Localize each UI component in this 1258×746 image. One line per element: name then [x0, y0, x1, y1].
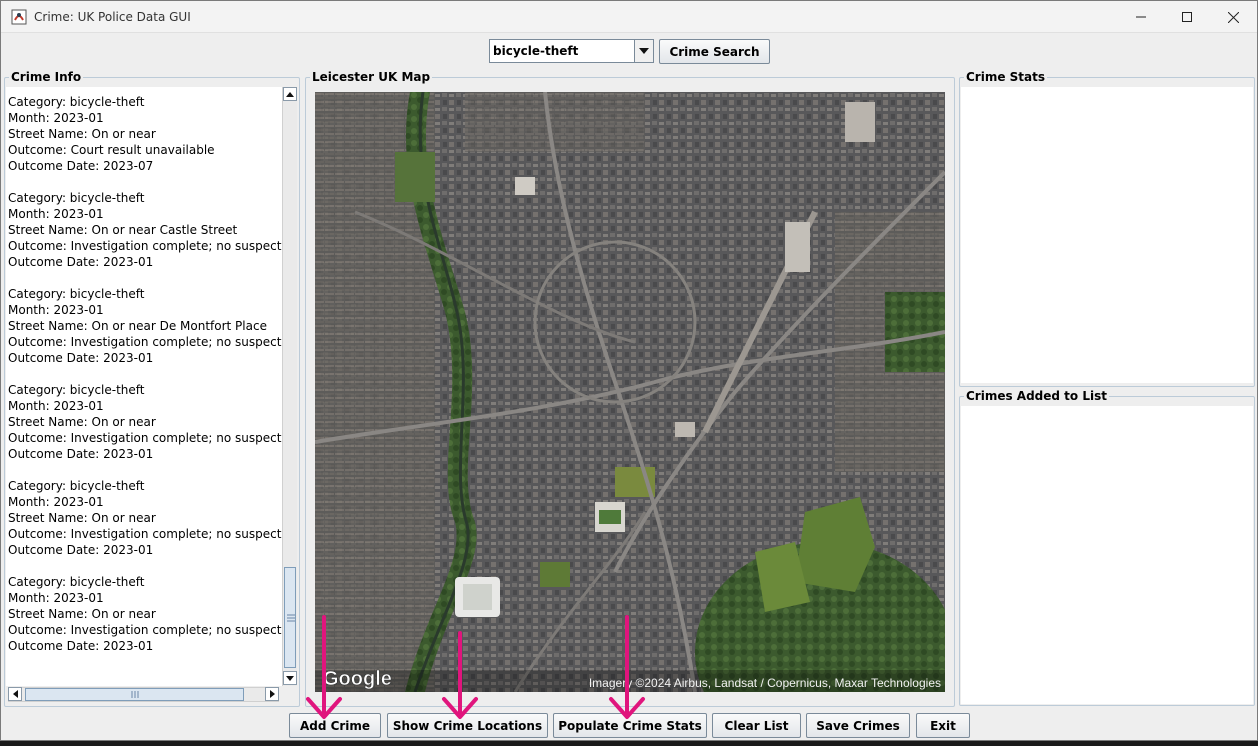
crime-record: Category: bicycle-theft Month: 2023-01 Str… [6, 574, 282, 654]
crime-record-street: Street Name: On or near De Montfort Plac… [8, 319, 267, 333]
crime-info-horizontal-scrollbar[interactable] [8, 687, 279, 702]
crime-record-category: Category: bicycle-theft [8, 95, 145, 109]
crime-record-outcome-date: Outcome Date: 2023-07 [8, 159, 154, 173]
exit-button[interactable]: Exit [916, 713, 970, 738]
crime-record: Category: bicycle-theft Month: 2023-01 Str… [6, 286, 282, 382]
crime-record: Category: bicycle-theft Month: 2023-01 Str… [6, 478, 282, 574]
crime-record-outcome: Outcome: Investigation complete; no susp… [8, 623, 282, 637]
crime-record-outcome: Outcome: Investigation complete; no susp… [8, 335, 282, 349]
scroll-down-icon[interactable] [283, 671, 297, 685]
crime-record-month: Month: 2023-01 [8, 399, 104, 413]
crimes-added-list[interactable] [961, 406, 1253, 704]
crime-record-outcome: Outcome: Court result unavailable [8, 143, 215, 157]
scroll-left-icon[interactable] [8, 687, 22, 701]
main-window: Crime: UK Police Data GUI bicycle-theft … [0, 0, 1258, 741]
crime-record-street: Street Name: On or near [8, 127, 156, 141]
crime-record-street: Street Name: On or near Castle Street [8, 223, 238, 237]
crime-record-category: Category: bicycle-theft [8, 383, 145, 397]
crime-record-outcome: Outcome: Investigation complete; no susp… [8, 431, 282, 445]
crime-record-month: Month: 2023-01 [8, 111, 104, 125]
close-button[interactable] [1210, 1, 1256, 33]
crime-record-category: Category: bicycle-theft [8, 575, 145, 589]
crime-records-list: Category: bicycle-theft Month: 2023-01 Str… [6, 87, 282, 654]
crimes-added-title: Crimes Added to List [964, 389, 1109, 403]
minimize-button[interactable] [1118, 1, 1164, 33]
save-crimes-button[interactable]: Save Crimes [806, 713, 910, 738]
crime-record: Category: bicycle-theft Month: 2023-01 Str… [6, 190, 282, 286]
annotation-arrow-add-crime [306, 615, 342, 719]
map-title: Leicester UK Map [310, 70, 433, 84]
crime-record-outcome-date: Outcome Date: 2023-01 [8, 639, 154, 653]
chevron-down-icon[interactable] [634, 40, 653, 62]
crime-record-category: Category: bicycle-theft [8, 287, 145, 301]
crime-record-category: Category: bicycle-theft [8, 191, 145, 205]
crime-record-outcome-date: Outcome Date: 2023-01 [8, 447, 154, 461]
scroll-up-icon[interactable] [283, 87, 297, 101]
crime-record-category: Category: bicycle-theft [8, 479, 145, 493]
crime-record-outcome: Outcome: Investigation complete; no susp… [8, 527, 282, 541]
crime-record-outcome-date: Outcome Date: 2023-01 [8, 543, 154, 557]
crime-record-month: Month: 2023-01 [8, 207, 104, 221]
crime-record-outcome: Outcome: Investigation complete; no susp… [8, 239, 282, 253]
crime-info-vertical-scrollbar[interactable] [282, 87, 297, 686]
clear-list-button[interactable]: Clear List [712, 713, 801, 738]
crime-search-button[interactable]: Crime Search [659, 39, 770, 64]
java-app-icon [11, 9, 27, 25]
annotation-arrow-populate-stats [609, 615, 645, 719]
satellite-map-image[interactable]: Google Imagery ©2024 Airbus, Landsat / C… [315, 92, 945, 692]
crime-record-month: Month: 2023-01 [8, 303, 104, 317]
category-dropdown-value: bicycle-theft [493, 44, 579, 58]
scroll-right-icon[interactable] [265, 687, 279, 701]
annotation-arrow-show-locations [442, 631, 478, 719]
crime-info-textarea[interactable]: Category: bicycle-theft Month: 2023-01 Str… [6, 87, 282, 686]
crime-stats-title: Crime Stats [964, 70, 1048, 84]
title-bar: Crime: UK Police Data GUI [1, 1, 1257, 33]
vertical-scroll-thumb[interactable] [284, 567, 296, 668]
crime-info-title: Crime Info [9, 70, 84, 84]
maximize-button[interactable] [1164, 1, 1210, 33]
crime-stats-area[interactable] [961, 87, 1253, 383]
crime-record-outcome-date: Outcome Date: 2023-01 [8, 255, 154, 269]
crime-record-street: Street Name: On or near [8, 607, 156, 621]
category-dropdown[interactable]: bicycle-theft [489, 39, 654, 63]
crime-record: Category: bicycle-theft Month: 2023-01 Str… [6, 94, 282, 190]
horizontal-scroll-thumb[interactable] [25, 688, 244, 701]
crime-record-month: Month: 2023-01 [8, 495, 104, 509]
crime-record-month: Month: 2023-01 [8, 591, 104, 605]
crime-record-street: Street Name: On or near [8, 415, 156, 429]
window-title: Crime: UK Police Data GUI [34, 10, 191, 24]
crime-record-outcome-date: Outcome Date: 2023-01 [8, 351, 154, 365]
crime-record: Category: bicycle-theft Month: 2023-01 Str… [6, 382, 282, 478]
crime-record-street: Street Name: On or near [8, 511, 156, 525]
